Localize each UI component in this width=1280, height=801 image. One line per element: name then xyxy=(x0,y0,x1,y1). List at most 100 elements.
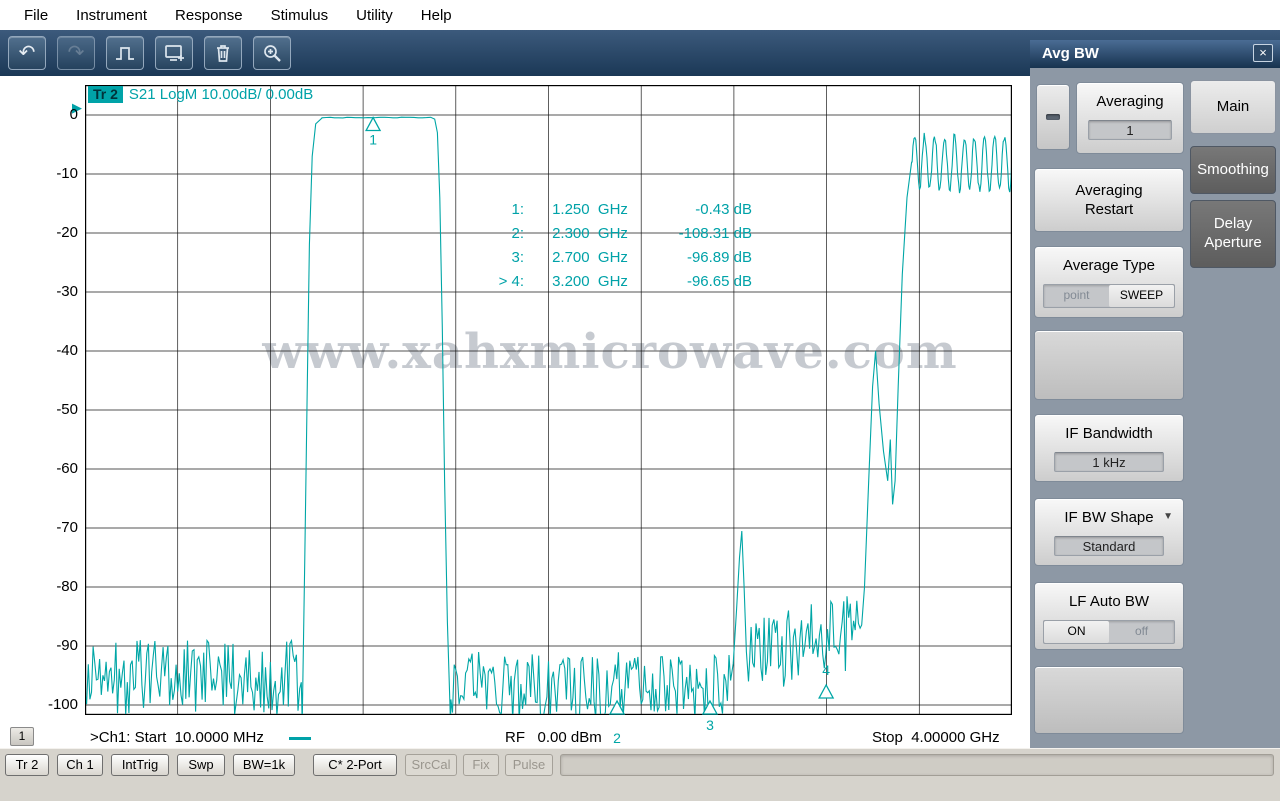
vna-application-window: File Instrument Response Stimulus Utilit… xyxy=(0,0,1280,801)
redo-button[interactable]: ↷ xyxy=(57,36,95,70)
lf-auto-bw-option-off[interactable]: off xyxy=(1109,621,1174,643)
marker-number: 2: xyxy=(452,225,524,242)
marker-value: -96.89 dB xyxy=(656,249,752,266)
blank-softkey xyxy=(1034,666,1184,734)
avg-bw-panel: Avg BW × Averaging 1 Averaging Restart A… xyxy=(1030,40,1280,748)
average-type-label: Average Type xyxy=(1035,257,1183,275)
toggle-slot-icon xyxy=(1046,114,1060,120)
status-trace-button[interactable]: Tr 2 xyxy=(5,754,49,776)
panel-title: Avg BW xyxy=(1042,45,1099,62)
stop-frequency-label: Stop 4.00000 GHz xyxy=(872,729,1000,746)
menu-item-stimulus[interactable]: Stimulus xyxy=(257,7,343,24)
status-message-area xyxy=(560,754,1274,776)
tab-smoothing[interactable]: Smoothing xyxy=(1190,146,1276,194)
status-channel-button[interactable]: Ch 1 xyxy=(57,754,103,776)
status-calibration-button[interactable]: C* 2-Port xyxy=(313,754,397,776)
lf-auto-bw-option-on[interactable]: ON xyxy=(1044,621,1109,643)
lf-auto-bw-label: LF Auto BW xyxy=(1035,593,1183,611)
status-pulse-button: Pulse xyxy=(505,754,553,776)
y-tick-label: -60 xyxy=(36,460,78,477)
marker-number: > 4: xyxy=(452,273,524,290)
marker-number: 1: xyxy=(452,201,524,218)
average-type-switch[interactable]: point SWEEP xyxy=(1043,284,1175,308)
y-tick-label: -50 xyxy=(36,401,78,418)
chevron-down-icon: ▼ xyxy=(1163,511,1173,522)
trace-header: Tr 2 S21 LogM 10.00dB/ 0.00dB xyxy=(88,86,313,103)
marker-value: -108.31 dB xyxy=(656,225,752,242)
marker-number: 3: xyxy=(452,249,524,266)
tab-smoothing-label: Smoothing xyxy=(1197,161,1269,180)
marker-readout-row: 1: 1.250 GHz -0.43 dB xyxy=(452,197,752,221)
watermark: www.xahxmicrowave.com xyxy=(170,324,1050,380)
status-bandwidth-button[interactable]: BW=1k xyxy=(233,754,295,776)
tab-delay-aperture-label: Delay Aperture xyxy=(1191,215,1275,253)
undo-button[interactable]: ↶ xyxy=(8,36,46,70)
averaging-button[interactable]: Averaging 1 xyxy=(1076,82,1184,154)
redo-icon: ↷ xyxy=(68,43,85,63)
y-tick-label: -80 xyxy=(36,578,78,595)
tab-main[interactable]: Main xyxy=(1190,80,1276,134)
if-bandwidth-value: 1 kHz xyxy=(1054,452,1164,472)
rf-power-label: RF 0.00 dBm xyxy=(505,729,602,746)
zoom-in-icon xyxy=(261,42,283,64)
averaging-label: Averaging xyxy=(1077,93,1183,111)
screen-copy-button[interactable] xyxy=(155,36,193,70)
if-bw-shape-button[interactable]: IF BW Shape ▼ Standard xyxy=(1034,498,1184,566)
marker-frequency: 2.300 GHz xyxy=(524,225,656,242)
panel-title-bar: Avg BW × xyxy=(1030,40,1280,68)
average-type-button[interactable]: Average Type point SWEEP xyxy=(1034,246,1184,318)
status-fix-button: Fix xyxy=(463,754,499,776)
menu-item-utility[interactable]: Utility xyxy=(342,7,407,24)
pulse-icon xyxy=(114,42,136,64)
averaging-toggle[interactable] xyxy=(1036,84,1070,150)
tab-main-label: Main xyxy=(1217,98,1250,117)
status-bar: Tr 2 Ch 1 IntTrig Swp BW=1k C* 2-Port Sr… xyxy=(0,748,1280,801)
lf-auto-bw-button[interactable]: LF Auto BW ON off xyxy=(1034,582,1184,650)
marker-value: -96.65 dB xyxy=(656,273,752,290)
marker-frequency: 1.250 GHz xyxy=(524,201,656,218)
tab-delay-aperture[interactable]: Delay Aperture xyxy=(1190,200,1276,268)
if-bw-shape-value: Standard xyxy=(1054,536,1164,556)
status-trigger-button[interactable]: IntTrig xyxy=(111,754,169,776)
y-tick-label: -70 xyxy=(36,519,78,536)
trash-icon xyxy=(212,42,234,64)
averaging-restart-label: Averaging Restart xyxy=(1063,181,1155,219)
screen-copy-icon xyxy=(163,42,185,64)
menu-item-file[interactable]: File xyxy=(10,7,62,24)
trace-title: S21 LogM 10.00dB/ 0.00dB xyxy=(129,86,313,103)
average-type-option-point[interactable]: point xyxy=(1044,285,1109,307)
lf-auto-bw-switch[interactable]: ON off xyxy=(1043,620,1175,644)
zoom-in-button[interactable] xyxy=(253,36,291,70)
channel-start-label: >Ch1: Start 10.0000 MHz xyxy=(90,729,264,746)
status-srccal-button: SrcCal xyxy=(405,754,457,776)
y-tick-label: -90 xyxy=(36,637,78,654)
averaging-restart-button[interactable]: Averaging Restart xyxy=(1034,168,1184,232)
delete-trace-button[interactable] xyxy=(204,36,242,70)
marker-number-badge[interactable]: 1 xyxy=(10,727,34,746)
y-tick-label: -40 xyxy=(36,342,78,359)
undo-icon: ↶ xyxy=(19,43,36,63)
pulse-setup-button[interactable] xyxy=(106,36,144,70)
marker-readout-row: 3: 2.700 GHz -96.89 dB xyxy=(452,245,752,269)
trace-badge[interactable]: Tr 2 xyxy=(88,86,123,103)
close-icon: × xyxy=(1259,45,1267,60)
y-tick-label: -30 xyxy=(36,283,78,300)
if-bw-shape-label: IF BW Shape xyxy=(1035,509,1183,527)
y-tick-label: -20 xyxy=(36,224,78,241)
menu-item-help[interactable]: Help xyxy=(407,7,466,24)
average-type-option-sweep[interactable]: SWEEP xyxy=(1109,285,1174,307)
averaging-value: 1 xyxy=(1088,120,1172,140)
menu-item-instrument[interactable]: Instrument xyxy=(62,7,161,24)
if-bandwidth-button[interactable]: IF Bandwidth 1 kHz xyxy=(1034,414,1184,482)
status-sweep-button[interactable]: Swp xyxy=(177,754,225,776)
graph-area: www.xahxmicrowave.com xyxy=(0,76,1030,748)
close-button[interactable]: × xyxy=(1253,44,1273,62)
y-tick-label: -100 xyxy=(36,696,78,713)
y-tick-label: 0 xyxy=(36,106,78,123)
marker-readout-row: 2: 2.300 GHz -108.31 dB xyxy=(452,221,752,245)
marker-frequency: 2.700 GHz xyxy=(524,249,656,266)
if-bandwidth-label: IF Bandwidth xyxy=(1035,425,1183,443)
marker-readout-row: > 4: 3.200 GHz -96.65 dB xyxy=(452,269,752,293)
trace-color-sample xyxy=(289,737,311,740)
menu-item-response[interactable]: Response xyxy=(161,7,257,24)
